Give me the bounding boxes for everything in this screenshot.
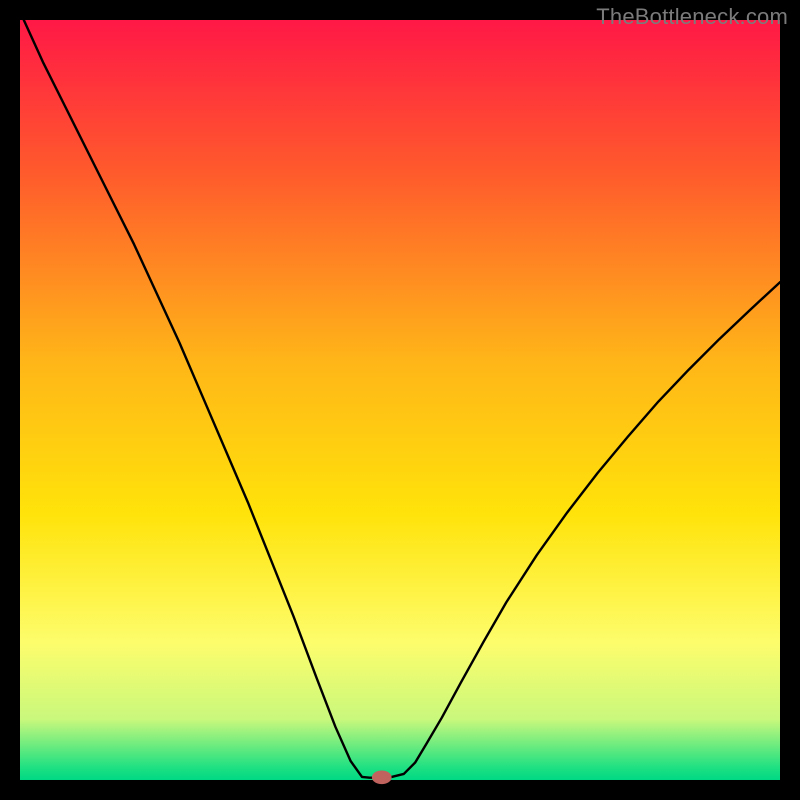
chart-svg xyxy=(0,0,800,800)
chart-gradient-bg xyxy=(20,20,780,780)
watermark-text: TheBottleneck.com xyxy=(596,4,788,30)
bottleneck-chart: TheBottleneck.com xyxy=(0,0,800,800)
bottleneck-marker xyxy=(372,771,392,785)
